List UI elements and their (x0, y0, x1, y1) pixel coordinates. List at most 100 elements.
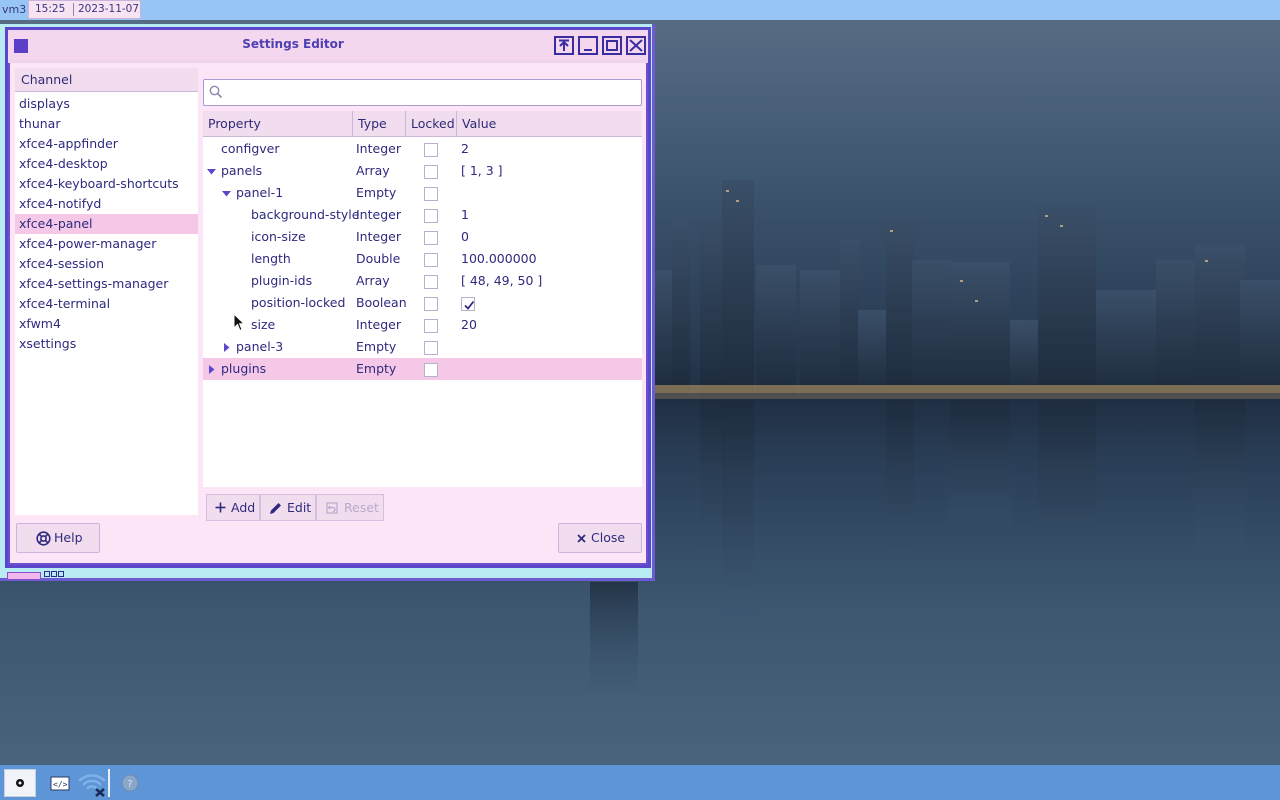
locked-checkbox[interactable] (424, 341, 438, 355)
show-desktop-button[interactable] (4, 769, 36, 797)
resize-handle[interactable] (7, 572, 41, 580)
channel-item[interactable]: xfwm4 (15, 314, 198, 334)
tree-row[interactable]: panel-3 Empty (203, 336, 642, 358)
expander-collapsed-icon[interactable] (207, 365, 216, 374)
tree-row[interactable]: background-style Integer 1 (203, 204, 642, 226)
close-button[interactable]: Close (558, 523, 642, 553)
maximize-icon (606, 40, 618, 51)
help-lifebuoy-icon (36, 531, 51, 546)
channel-item[interactable]: xsettings (15, 334, 198, 354)
terminal-icon: </> (50, 776, 70, 791)
minimize-button[interactable] (578, 36, 598, 55)
help-launcher[interactable]: ? (118, 769, 150, 797)
shade-button[interactable] (554, 36, 574, 55)
terminal-launcher[interactable]: </> (44, 769, 76, 797)
channel-item[interactable]: xfce4-notifyd (15, 194, 198, 214)
panel-separator (108, 769, 110, 797)
tree-row[interactable]: plugins Empty (203, 358, 642, 380)
property-type: Array (356, 273, 390, 288)
expander-collapsed-icon[interactable] (222, 343, 231, 352)
tree-row[interactable]: size Integer 20 (203, 314, 642, 336)
column-header-type[interactable]: Type (353, 111, 406, 136)
channel-item[interactable]: xfce4-desktop (15, 154, 198, 174)
locked-checkbox[interactable] (424, 165, 438, 179)
tree-row[interactable]: configver Integer 2 (203, 138, 642, 160)
clock-date: 2023-11-07 (78, 3, 140, 15)
property-tree: Property Type Locked Value configver Inte… (203, 111, 642, 487)
reset-button[interactable]: Reset (316, 494, 384, 521)
workspace-square-icon (44, 571, 50, 577)
workspace-switcher[interactable]: vm3 (2, 1, 26, 19)
property-type: Integer (356, 207, 401, 222)
clock[interactable]: 15:25 2023-11-07 (28, 0, 141, 19)
channel-item[interactable]: xfce4-session (15, 254, 198, 274)
window-title: Settings Editor (242, 37, 344, 51)
column-header-locked[interactable]: Locked (406, 111, 457, 136)
help-icon: ? (121, 774, 139, 792)
property-type: Boolean (356, 295, 407, 310)
channel-item[interactable]: xfce4-power-manager (15, 234, 198, 254)
locked-checkbox[interactable] (424, 209, 438, 223)
pencil-icon (270, 503, 281, 514)
svg-text:</>: </> (53, 780, 68, 789)
property-type: Integer (356, 317, 401, 332)
tree-row[interactable]: length Double 100.000000 (203, 248, 642, 270)
mouse-cursor-icon (233, 313, 245, 332)
column-header-property[interactable]: Property (203, 111, 353, 136)
column-header-value[interactable]: Value (457, 111, 642, 136)
title-bar[interactable]: Settings Editor (8, 30, 648, 60)
property-name: length (251, 251, 291, 266)
property-value: 20 (461, 317, 477, 332)
bottom-panel: </> ? (0, 765, 1280, 800)
minimize-icon (584, 49, 592, 51)
channel-item[interactable]: thunar (15, 114, 198, 134)
locked-checkbox[interactable] (424, 253, 438, 267)
tree-row[interactable]: icon-size Integer 0 (203, 226, 642, 248)
show-desktop-icon (16, 779, 24, 787)
channel-item[interactable]: xfce4-settings-manager (15, 274, 198, 294)
edit-button[interactable]: Edit (260, 494, 316, 521)
help-button[interactable]: Help (16, 523, 100, 553)
property-value: 2 (461, 141, 469, 156)
locked-checkbox[interactable] (424, 231, 438, 245)
channel-item[interactable]: xfce4-panel (15, 214, 198, 234)
tree-row[interactable]: panels Array [ 1, 3 ] (203, 160, 642, 182)
property-name: icon-size (251, 229, 306, 244)
clock-time: 15:25 (35, 3, 66, 15)
tree-row[interactable]: plugin-ids Array [ 48, 49, 50 ] (203, 270, 642, 292)
window-frame: Settings Editor Channel displays thunar … (5, 27, 651, 568)
channel-item[interactable]: xfce4-appfinder (15, 134, 198, 154)
value-checkbox[interactable] (461, 297, 475, 311)
search-icon (209, 85, 223, 99)
close-button-label: Close (591, 530, 626, 545)
close-window-button[interactable] (626, 36, 646, 55)
workspace-square-icon (51, 571, 57, 577)
expander-expanded-icon[interactable] (222, 189, 231, 198)
tree-header: Property Type Locked Value (203, 111, 642, 137)
locked-checkbox[interactable] (424, 187, 438, 201)
maximize-button[interactable] (602, 36, 622, 55)
locked-checkbox[interactable] (424, 297, 438, 311)
locked-checkbox[interactable] (424, 319, 438, 333)
tree-row[interactable]: position-locked Boolean (203, 292, 642, 314)
channel-item[interactable]: displays (15, 94, 198, 114)
network-indicator[interactable] (76, 769, 108, 797)
tree-row[interactable]: panel-1 Empty (203, 182, 642, 204)
checkmark-icon (464, 300, 475, 310)
tree-rows: configver Integer 2 panels Array[ 1, 3 ] pane… (203, 138, 642, 380)
channel-item[interactable]: xfce4-terminal (15, 294, 198, 314)
channel-item[interactable]: xfce4-keyboard-shortcuts (15, 174, 198, 194)
close-icon (629, 39, 643, 52)
channel-column-header[interactable]: Channel (15, 68, 198, 92)
search-input[interactable] (203, 79, 642, 106)
locked-checkbox[interactable] (424, 363, 438, 377)
clock-separator (73, 3, 74, 16)
locked-checkbox[interactable] (424, 275, 438, 289)
expander-expanded-icon[interactable] (207, 167, 216, 176)
top-panel: vm3 15:25 2023-11-07 (0, 0, 1280, 20)
property-type: Array (356, 163, 390, 178)
add-button[interactable]: Add (206, 494, 260, 521)
locked-checkbox[interactable] (424, 143, 438, 157)
workspace-square-icon (58, 571, 64, 577)
property-name: panel-1 (236, 185, 284, 200)
